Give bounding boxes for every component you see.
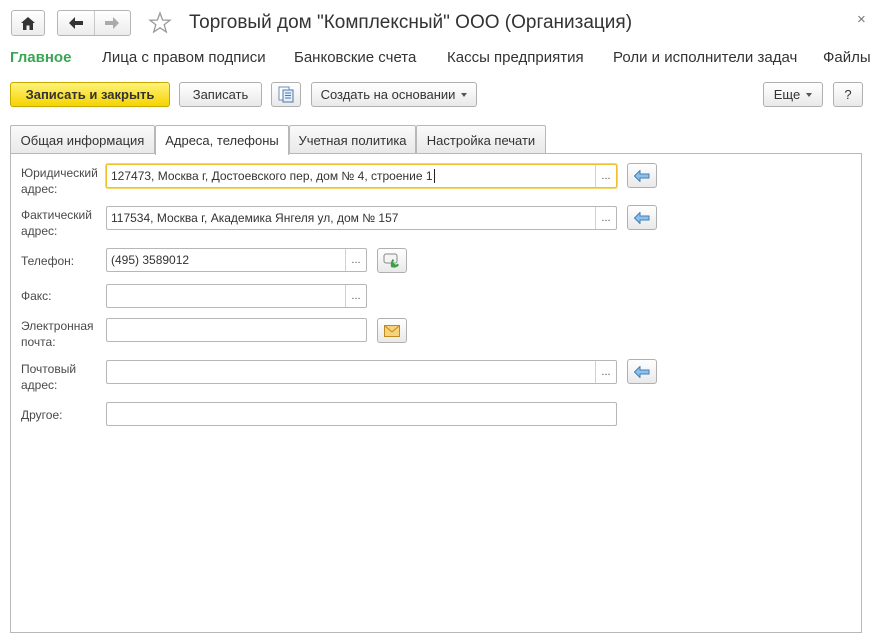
save-and-close-button[interactable]: Записать и закрыть	[10, 82, 170, 107]
envelope-icon	[384, 324, 400, 337]
section-cash-desks[interactable]: Кассы предприятия	[447, 49, 584, 66]
forward-button[interactable]	[93, 11, 131, 35]
chevron-down-icon	[806, 92, 813, 97]
phone-value: (495) 3589012	[111, 253, 190, 267]
fax-field[interactable]: ...	[106, 284, 367, 308]
select-button[interactable]: ...	[345, 249, 366, 271]
back-button[interactable]	[58, 11, 94, 35]
favorite-button[interactable]	[148, 11, 172, 35]
print-document-button[interactable]	[271, 82, 301, 107]
phone-label: Телефон:	[21, 254, 75, 268]
phone-field[interactable]: (495) 3589012 ...	[106, 248, 367, 272]
window-title: Торговый дом "Комплексный" ООО (Организа…	[189, 12, 633, 33]
phone-call-icon	[383, 253, 399, 268]
copy-to-actual-address-button[interactable]	[627, 205, 657, 230]
chevron-down-icon	[461, 92, 468, 97]
arrow-left-icon	[634, 365, 650, 378]
tab-addresses-phones[interactable]: Адреса, телефоны	[155, 125, 289, 155]
postal-address-label: Почтовый адрес:	[21, 362, 77, 392]
save-button[interactable]: Записать	[179, 82, 262, 107]
tab-general-info[interactable]: Общая информация	[10, 125, 155, 154]
more-label: Еще	[773, 87, 801, 102]
create-based-on-button[interactable]: Создать на основании	[311, 82, 477, 107]
section-files[interactable]: Файлы	[823, 49, 871, 66]
send-email-button[interactable]	[377, 318, 407, 343]
other-field[interactable]	[106, 402, 617, 426]
home-icon	[21, 16, 35, 30]
arrow-left-icon	[68, 17, 83, 29]
legal-address-value: 127473, Москва г, Достоевского пер, дом …	[111, 168, 433, 183]
arrow-left-icon	[634, 211, 650, 224]
section-main[interactable]: Главное	[10, 49, 71, 66]
copy-to-address-button[interactable]	[627, 163, 657, 188]
section-roles[interactable]: Роли и исполнители задач	[613, 49, 797, 66]
tab-print-settings[interactable]: Настройка печати	[416, 125, 546, 154]
section-signatories[interactable]: Лица с правом подписи	[102, 49, 266, 66]
select-button[interactable]: ...	[595, 207, 616, 229]
arrow-left-icon	[634, 169, 650, 182]
section-bank-accounts[interactable]: Банковские счета	[294, 49, 416, 66]
create-based-on-label: Создать на основании	[320, 87, 456, 102]
actual-address-label: Фактический адрес:	[21, 208, 92, 238]
actual-address-field[interactable]: 117534, Москва г, Академика Янгеля ул, д…	[106, 206, 617, 230]
legal-address-field[interactable]: 127473, Москва г, Достоевского пер, дом …	[106, 164, 617, 188]
legal-address-label: Юридический адрес:	[21, 166, 98, 196]
history-nav	[57, 10, 131, 36]
call-button[interactable]	[377, 248, 407, 273]
select-button[interactable]: ...	[345, 285, 366, 307]
email-label: Электронная почта:	[21, 319, 94, 349]
select-button[interactable]: ...	[595, 361, 616, 383]
postal-address-field[interactable]: ...	[106, 360, 617, 384]
more-button[interactable]: Еще	[763, 82, 823, 107]
select-button[interactable]: ...	[595, 165, 616, 187]
star-icon	[148, 11, 172, 34]
help-button[interactable]: ?	[833, 82, 863, 107]
actual-address-value: 117534, Москва г, Академика Янгеля ул, д…	[111, 211, 399, 225]
email-field[interactable]	[106, 318, 367, 342]
tab-accounting-policy[interactable]: Учетная политика	[289, 125, 416, 154]
home-button[interactable]	[11, 10, 45, 36]
other-label: Другое:	[21, 408, 63, 422]
fax-label: Факс:	[21, 289, 52, 303]
arrow-right-icon	[105, 17, 120, 29]
copy-to-postal-address-button[interactable]	[627, 359, 657, 384]
document-icon	[278, 86, 294, 103]
text-cursor	[433, 169, 435, 184]
close-icon[interactable]: ×	[857, 11, 866, 28]
